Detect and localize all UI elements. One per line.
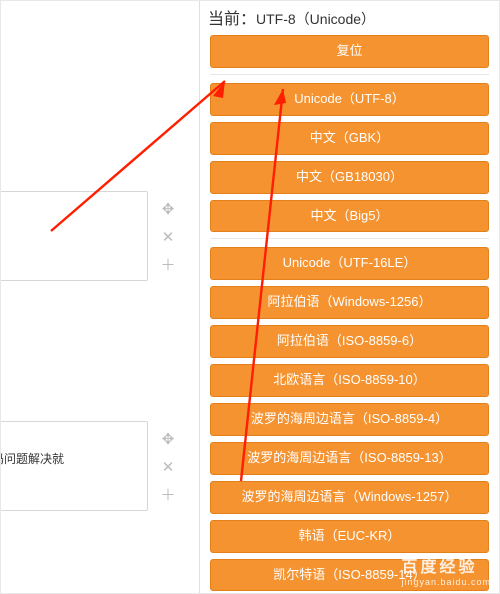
close-icon[interactable]: ✕ [159, 229, 177, 247]
encoding-option[interactable]: 阿拉伯语（Windows-1256） [210, 286, 489, 319]
watermark: 百度经验 jingyan.baidu.com [401, 553, 491, 587]
encoding-option[interactable]: 韩语（EUC-KR） [210, 520, 489, 553]
card-1 [0, 191, 148, 281]
encoding-option[interactable]: 波罗的海周边语言（ISO-8859-4） [210, 403, 489, 436]
encoding-button-list: 复位 Unicode（UTF-8） 中文（GBK） 中文（GB18030） 中文（Bi… [200, 35, 499, 593]
move-icon[interactable]: ✥ [159, 201, 177, 219]
encoding-option[interactable]: 波罗的海周边语言（ISO-8859-13） [210, 442, 489, 475]
card-2-handles: ✥ ✕ ＋ [159, 431, 177, 515]
close-icon[interactable]: ✕ [159, 459, 177, 477]
encoding-option[interactable]: 北欧语言（ISO-8859-10） [210, 364, 489, 397]
separator [210, 74, 489, 75]
encoding-option[interactable]: Unicode（UTF-16LE） [210, 247, 489, 280]
move-icon[interactable]: ✥ [159, 431, 177, 449]
viewport: ✥ ✕ ＋ 要乱码问题解决就 ✥ ✕ ＋ 当前：UTF-8（Unicode） 复… [0, 0, 500, 594]
current-label: 当前： [208, 11, 256, 28]
card-1-handles: ✥ ✕ ＋ [159, 201, 177, 285]
encoding-option[interactable]: Unicode（UTF-8） [210, 83, 489, 116]
current-encoding-header: 当前：UTF-8（Unicode） [200, 1, 499, 35]
add-icon[interactable]: ＋ [159, 257, 177, 275]
watermark-url: jingyan.baidu.com [401, 577, 491, 587]
card-2-text: 要乱码问题解决就 [0, 450, 64, 467]
encoding-option[interactable]: 波罗的海周边语言（Windows-1257） [210, 481, 489, 514]
encoding-panel: 当前：UTF-8（Unicode） 复位 Unicode（UTF-8） 中文（GB… [199, 1, 499, 593]
encoding-option[interactable]: 阿拉伯语（ISO-8859-6） [210, 325, 489, 358]
add-icon[interactable]: ＋ [159, 487, 177, 505]
encoding-option[interactable]: 中文（GBK） [210, 122, 489, 155]
left-pane: ✥ ✕ ＋ 要乱码问题解决就 ✥ ✕ ＋ [1, 1, 199, 593]
encoding-option[interactable]: 中文（Big5） [210, 200, 489, 233]
current-value: UTF-8（Unicode） [256, 11, 375, 27]
encoding-option[interactable]: 中文（GB18030） [210, 161, 489, 194]
watermark-title: 百度经验 [401, 559, 477, 576]
card-2: 要乱码问题解决就 [0, 421, 148, 511]
separator [210, 238, 489, 239]
reset-button[interactable]: 复位 [210, 35, 489, 68]
